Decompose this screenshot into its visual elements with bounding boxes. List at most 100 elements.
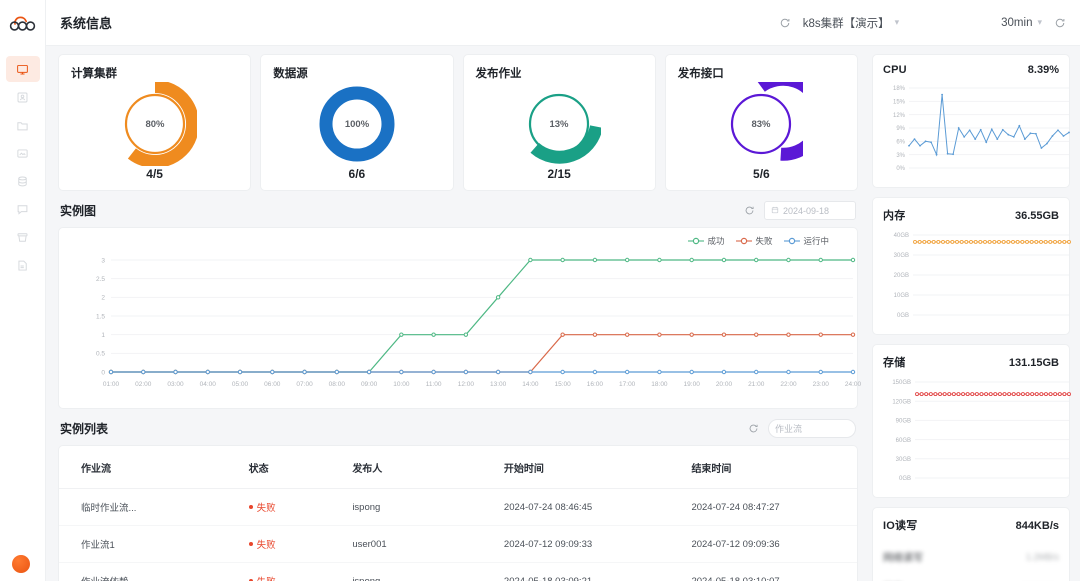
summary-card-ratio: 6/6 [348,167,366,181]
legend-label: 成功 [707,236,725,246]
main-column: 计算集群 80% 4/5 数据源 100% 6/6 发布作业 13% 2/15 … [46,46,868,581]
refresh-icon[interactable] [748,423,759,434]
svg-text:21:00: 21:00 [748,381,765,388]
legend-label: 运行中 [803,236,829,246]
svg-text:07:00: 07:00 [296,381,313,388]
cpu-sparkline: 18% 15% 12% 9% 6% 3% 0% [883,80,1070,181]
table-header-cell: 开始时间 [481,446,670,489]
sidebar-item-database[interactable] [6,168,40,194]
svg-text:120GB: 120GB [892,399,911,405]
status-badge: 失败 [257,574,276,581]
legend-item[interactable]: 运行中 [784,235,829,247]
cluster-select[interactable]: k8s集群【演示】 ▾ [803,15,899,31]
svg-text:20GB: 20GB [894,273,909,279]
svg-text:09:00: 09:00 [361,381,378,388]
io-blurred-value: 1.2MB/s [1025,551,1059,562]
chevron-down-icon: ▾ [894,17,900,27]
io-blurred-label: 网络读写 [883,553,923,564]
metrics-column: CPU 8.39% 18% 15% 12% 9% 6% 3% 0% 内存 36.55GB 4… [868,46,1080,581]
svg-text:150GB: 150GB [892,380,911,386]
metric-name: 存储 [883,357,906,369]
calendar-icon [771,206,779,216]
instance-chart-header: 实例图 2024-09-18 [58,191,858,227]
svg-text:60GB: 60GB [896,438,911,444]
status-dot-icon [248,505,253,509]
cell-status: 失败 [226,488,331,526]
instance-chart-tools: 2024-09-18 [744,201,856,220]
chart-legend: 成功 失败 运行中 [688,235,829,247]
cloud-logo-icon[interactable] [0,0,46,46]
table-row[interactable]: 作业流依赖... 失败 ispong 2024-05-18 03:09:21 2… [59,562,857,581]
svg-text:30GB: 30GB [894,253,909,259]
svg-text:06:00: 06:00 [264,381,281,388]
interval-select[interactable]: 30min ▾ [1001,17,1042,29]
storage-sparkline: 150GB 120GB 90GB 60GB 30GB 0GB [883,374,1071,491]
instance-list-header: 实例列表 作业流 [58,409,858,445]
sidebar-item-report[interactable] [6,252,40,278]
sidebar-item-folder[interactable] [6,112,40,138]
summary-cards: 计算集群 80% 4/5 数据源 100% 6/6 发布作业 13% 2/15 … [58,54,858,191]
svg-text:22:00: 22:00 [780,381,797,388]
instance-chart-title: 实例图 [60,204,97,218]
folder-icon [16,119,29,132]
legend-marker-running-icon [784,237,801,245]
summary-card-ratio: 2/15 [547,167,571,181]
sidebar-item-card[interactable] [6,140,40,166]
status-dot-icon [248,542,253,546]
svg-text:24:00: 24:00 [845,381,862,388]
metric-header: 内存 36.55GB [883,207,1059,223]
sidebar-nav [0,56,45,278]
cell-start: 2024-07-24 08:46:45 [481,488,670,526]
sidebar-item-user-card[interactable] [6,84,40,110]
metric-card-io: IO读写 844KB/s 网络读写 1.2MB/s 带宽 77.6KB/s [872,507,1070,581]
topbar: 系统信息 k8s集群【演示】 ▾ 30min ▾ [46,0,1080,46]
metric-value: 844KB/s [1015,520,1059,532]
legend-item[interactable]: 成功 [688,235,724,247]
page-body: 计算集群 80% 4/5 数据源 100% 6/6 发布作业 13% 2/15 … [46,46,1080,581]
user-avatar[interactable] [12,555,30,573]
svg-text:20:00: 20:00 [716,381,733,388]
legend-marker-success-icon [688,237,705,245]
sidebar-item-archive[interactable] [6,224,40,250]
metric-value: 8.39% [1027,64,1059,76]
svg-text:12%: 12% [893,113,906,119]
cluster-select-value: k8s集群【演示】 [802,17,890,30]
summary-card: 发布作业 13% 2/15 [462,54,656,191]
io-blurred-row: 网络读写 1.2MB/s [883,549,1059,565]
refresh-icon[interactable] [779,17,791,29]
svg-text:01:00: 01:00 [103,381,120,388]
metric-card-memory: 内存 36.55GB 40GB 30GB 20GB 10GB 0GB [872,197,1071,335]
sidebar-item-message[interactable] [6,196,40,222]
auto-refresh-icon[interactable] [1054,17,1066,29]
donut-chart: 83% [678,82,845,166]
search-input-placeholder: 作业流 [775,424,803,434]
svg-text:13:00: 13:00 [490,381,507,388]
table-row[interactable]: 作业流1 失败 user001 2024-07-12 09:09:33 2024… [59,525,857,563]
cell-status: 失败 [226,562,331,581]
summary-card-title: 发布接口 [677,68,724,80]
table-body: 临时作业流... 失败 ispong 2024-07-24 08:46:45 2… [59,488,857,581]
legend-marker-failed-icon [736,237,753,245]
sidebar-item-monitor[interactable] [5,56,40,82]
table-row[interactable]: 临时作业流... 失败 ispong 2024-07-24 08:46:45 2… [59,488,857,526]
cell-end: 2024-05-18 03:10:07 [669,562,857,581]
chevron-down-icon: ▾ [1037,17,1042,27]
archive-icon [16,231,29,244]
legend-item[interactable]: 失败 [736,235,772,247]
svg-text:90GB: 90GB [896,419,911,425]
donut-percent: 83% [752,119,772,130]
table-head: 作业流 状态 发布人 开始时间 结束时间 [59,446,857,489]
date-picker[interactable]: 2024-09-18 [764,201,856,220]
svg-text:2: 2 [101,295,105,302]
summary-card: 数据源 100% 6/6 [260,54,454,191]
svg-text:04:00: 04:00 [200,381,217,388]
cell-publisher: ispong [330,488,482,526]
search-input[interactable]: 作业流 [768,419,856,438]
instance-line-chart: 成功 失败 运行中 0 0.5 1 1.5 2 2.5 3 01:00 02:0… [58,227,862,409]
cell-flow: 作业流1 [59,525,227,563]
summary-card: 发布接口 83% 5/6 [664,54,858,191]
table-header-cell: 结束时间 [669,446,857,489]
table-header-cell: 状态 [226,446,331,489]
table-header-cell: 作业流 [59,446,227,489]
refresh-icon[interactable] [744,205,755,216]
